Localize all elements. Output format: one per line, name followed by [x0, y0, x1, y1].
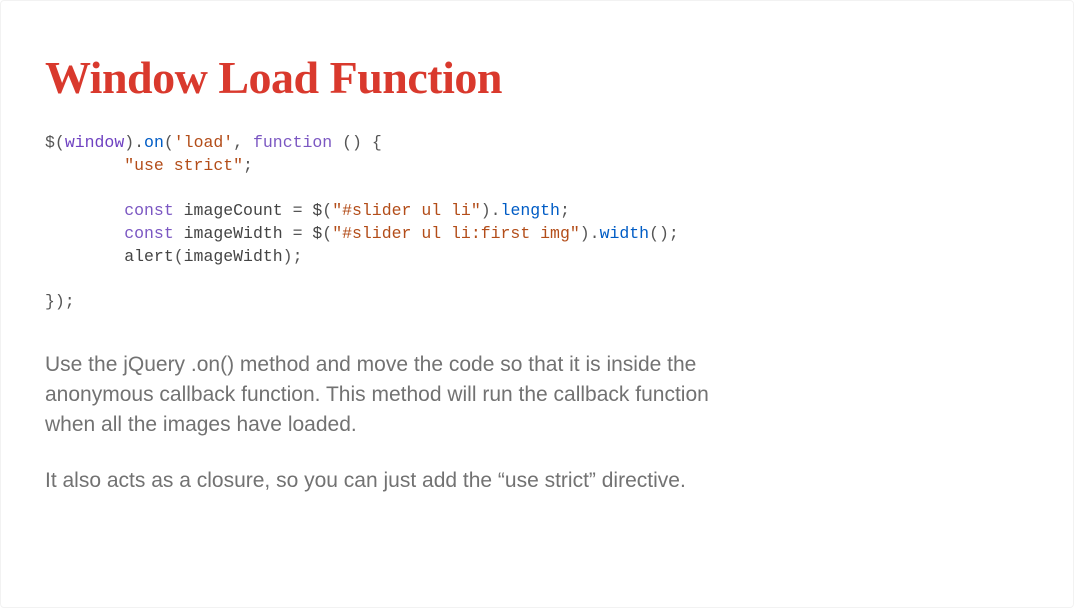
code-token: 'load' — [174, 133, 233, 152]
code-token: alert — [124, 247, 174, 266]
code-token: }); — [45, 292, 75, 311]
code-token: ( — [164, 133, 174, 152]
code-token — [174, 224, 184, 243]
code-token: = — [283, 201, 313, 220]
code-token: window — [65, 133, 124, 152]
code-token: ). — [481, 201, 501, 220]
code-token: $( — [45, 133, 65, 152]
code-token: , — [233, 133, 253, 152]
page-title: Window Load Function — [45, 51, 1029, 104]
code-token: ( — [322, 224, 332, 243]
code-line-4: const imageWidth = $("#slider ul li:firs… — [45, 224, 679, 243]
code-indent — [45, 247, 124, 266]
code-token: ; — [243, 156, 253, 175]
code-block: $(window).on('load', function () { "use … — [45, 132, 1029, 314]
code-blank — [45, 179, 55, 198]
code-token: "#slider ul li" — [332, 201, 481, 220]
code-indent — [45, 156, 124, 175]
code-token: ). — [124, 133, 144, 152]
code-indent — [45, 224, 124, 243]
code-token: ); — [283, 247, 303, 266]
code-token: width — [600, 224, 650, 243]
code-token: imageCount — [184, 201, 283, 220]
code-line-5: alert(imageWidth); — [45, 247, 302, 266]
code-token: (); — [649, 224, 679, 243]
code-token: on — [144, 133, 164, 152]
code-blank — [45, 270, 55, 289]
code-token: () { — [332, 133, 382, 152]
code-token: $ — [312, 224, 322, 243]
code-line-6: }); — [45, 292, 75, 311]
code-line-3: const imageCount = $("#slider ul li").le… — [45, 201, 570, 220]
code-token: $ — [312, 201, 322, 220]
code-token — [174, 201, 184, 220]
code-token: ). — [580, 224, 600, 243]
body-paragraph-1: Use the jQuery .on() method and move the… — [45, 350, 745, 439]
code-token: ( — [174, 247, 184, 266]
code-indent — [45, 201, 124, 220]
code-token: imageWidth — [184, 224, 283, 243]
code-token: imageWidth — [184, 247, 283, 266]
code-token: = — [283, 224, 313, 243]
code-token: ; — [560, 201, 570, 220]
code-token: ( — [322, 201, 332, 220]
code-token: "#slider ul li:first img" — [332, 224, 580, 243]
code-token: function — [253, 133, 332, 152]
body-paragraph-2: It also acts as a closure, so you can ju… — [45, 466, 745, 496]
code-line-2: "use strict"; — [45, 156, 253, 175]
code-token: length — [501, 201, 560, 220]
code-token: const — [124, 201, 174, 220]
code-line-1: $(window).on('load', function () { — [45, 133, 382, 152]
code-token: const — [124, 224, 174, 243]
code-token: "use strict" — [124, 156, 243, 175]
